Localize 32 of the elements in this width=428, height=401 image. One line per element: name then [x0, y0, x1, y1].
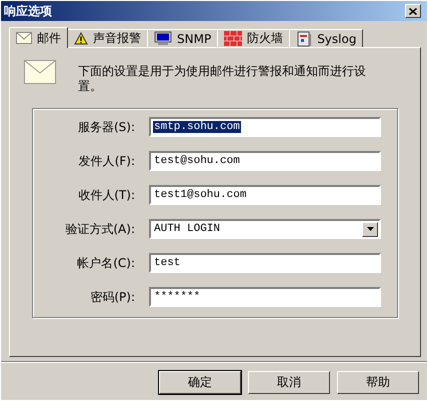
- caret-down-icon: [366, 227, 374, 231]
- dropdown-button[interactable]: [362, 222, 378, 236]
- password-field[interactable]: *******: [149, 287, 381, 307]
- field-label: 密码(P):: [89, 288, 136, 306]
- envelope-icon: [16, 32, 32, 44]
- dialog-button[interactable]: 帮助: [337, 371, 419, 394]
- field-label: 发件人(F):: [78, 152, 136, 170]
- warning-icon: [74, 32, 88, 45]
- envelope-icon: [24, 60, 56, 84]
- field-label: 验证方式(A):: [64, 220, 136, 238]
- field-label: 帐户名(C):: [76, 254, 136, 272]
- input-field[interactable]: smtp.sohu.com: [149, 117, 381, 137]
- window-title: 响应选项: [4, 2, 52, 20]
- dropdown-field[interactable]: AUTH LOGIN: [149, 219, 381, 239]
- dialog-button[interactable]: 取消: [248, 371, 330, 394]
- device-icon: [296, 30, 312, 46]
- brick-wall-icon: [224, 31, 242, 46]
- dialog-button[interactable]: 确定: [159, 371, 241, 394]
- field-label: 收件人(T):: [77, 186, 136, 204]
- input-field[interactable]: test: [149, 253, 381, 273]
- field-label: 服务器(S):: [76, 118, 136, 136]
- description-text: 下面的设置是用于为使用邮件进行警报和通知而进行设置。: [78, 64, 366, 94]
- close-icon: [409, 8, 417, 14]
- tab[interactable]: 声音报警: [67, 29, 148, 47]
- tab[interactable]: SNMP: [147, 29, 218, 47]
- monitor-icon: [154, 31, 172, 46]
- input-field[interactable]: test@sohu.com: [149, 151, 381, 171]
- tab[interactable]: 邮件: [9, 27, 68, 48]
- tab[interactable]: Syslog: [289, 29, 364, 47]
- tab[interactable]: 防火墙: [217, 29, 290, 47]
- close-button[interactable]: [405, 4, 421, 18]
- input-field[interactable]: test1@sohu.com: [149, 185, 381, 205]
